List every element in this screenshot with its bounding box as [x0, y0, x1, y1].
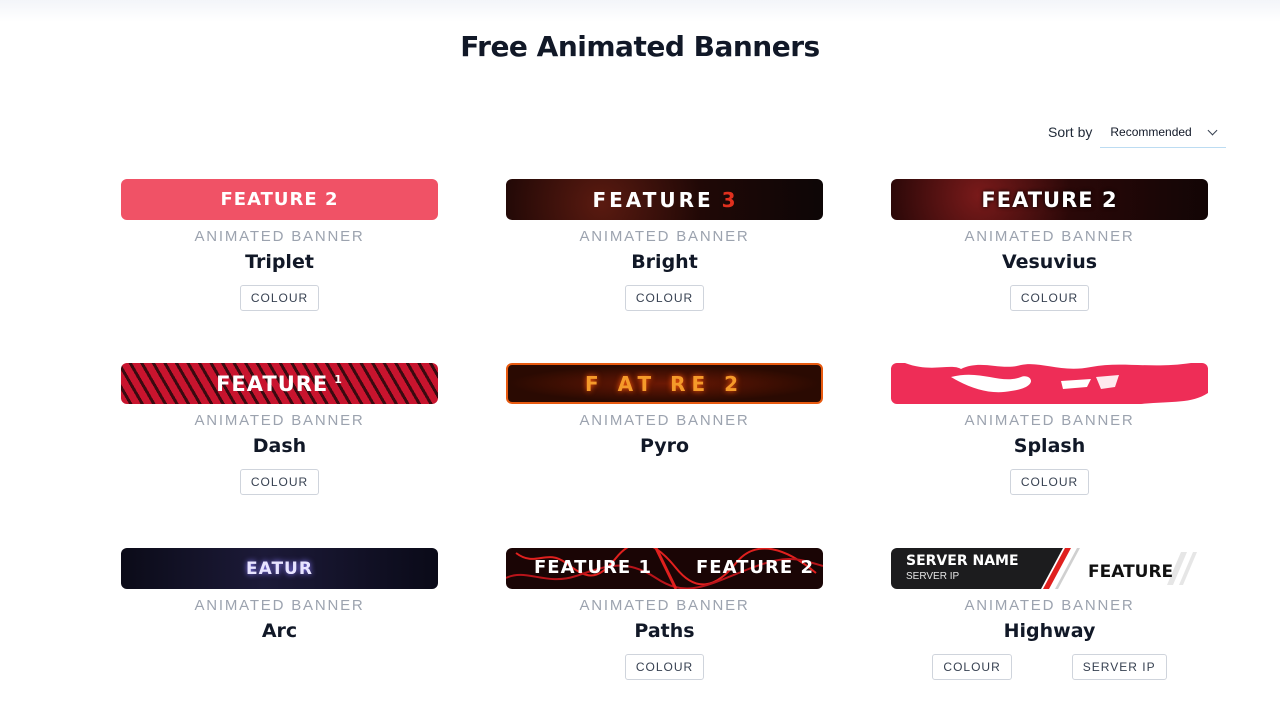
card-vesuvius: FEATURE 2 ANIMATED BANNER Vesuvius COLOU…	[891, 179, 1208, 311]
card-type: ANIMATED BANNER	[579, 412, 750, 429]
card-type: ANIMATED BANNER	[964, 228, 1135, 245]
banner-text: FEATURE 1	[534, 557, 652, 578]
card-name[interactable]: Arc	[121, 620, 438, 642]
banner-preview[interactable]: F AT RE 2	[506, 363, 823, 404]
banner-text: FEATURE	[216, 371, 329, 396]
page-header: Free Animated Banners	[0, 30, 1280, 65]
banner-preview[interactable]: FEATURE 3	[506, 179, 823, 220]
card-pyro: F AT RE 2 ANIMATED BANNER Pyro	[506, 363, 823, 457]
tag-list: COLOUR	[506, 654, 823, 680]
banner-preview[interactable]: FEATURE 1	[121, 363, 438, 404]
tag-list: COLOUR SERVER IP	[891, 654, 1208, 680]
tag-server-ip[interactable]: SERVER IP	[1071, 654, 1167, 680]
card-type: ANIMATED BANNER	[964, 597, 1135, 614]
banner-text: F AT RE 2	[584, 371, 745, 396]
chevron-down-icon	[1207, 125, 1218, 135]
banner-preview[interactable]: EATUR	[121, 548, 438, 589]
banner-preview[interactable]: SERVER NAME SERVER IP FEATURE	[891, 548, 1208, 589]
tag-colour[interactable]: COLOUR	[624, 654, 705, 680]
top-fade	[0, 0, 1280, 22]
banner-preview[interactable]: FEATURE 2	[891, 179, 1208, 220]
banner-accent: 1	[334, 373, 343, 386]
card-triplet: FEATURE 2 ANIMATED BANNER Triplet COLOUR	[121, 179, 438, 311]
card-type: ANIMATED BANNER	[194, 412, 365, 429]
tag-list: COLOUR	[121, 469, 438, 495]
sort-control: Sort by Recommended	[1048, 116, 1227, 148]
card-name[interactable]: Splash	[891, 435, 1208, 457]
tag-list: COLOUR	[121, 285, 438, 311]
card-paths: FEATURE 1 FEATURE 2 ANIMATED BANNER Path…	[506, 548, 823, 680]
card-type: ANIMATED BANNER	[579, 597, 750, 614]
card-dash: FEATURE 1 ANIMATED BANNER Dash COLOUR	[121, 363, 438, 495]
tag-colour[interactable]: COLOUR	[932, 654, 1012, 680]
card-name[interactable]: Dash	[121, 435, 438, 457]
banner-text: FEATURE 2	[981, 187, 1118, 212]
tag-colour[interactable]: COLOUR	[624, 285, 705, 311]
tag-colour[interactable]: COLOUR	[239, 285, 320, 311]
server-name-text: SERVER NAME	[906, 553, 1019, 569]
card-name[interactable]: Pyro	[506, 435, 823, 457]
banner-preview[interactable]: FEATURE 2	[121, 179, 438, 220]
tag-colour[interactable]: COLOUR	[1009, 285, 1090, 311]
banner-text: FEATURE	[592, 187, 714, 212]
card-type: ANIMATED BANNER	[579, 228, 750, 245]
card-name[interactable]: Bright	[506, 251, 823, 273]
tag-colour[interactable]: COLOUR	[239, 469, 320, 495]
banner-preview[interactable]: FEATURE 1 FEATURE 2	[506, 548, 823, 589]
page-title: Free Animated Banners	[454, 30, 827, 65]
card-splash: ANIMATED BANNER Splash COLOUR	[891, 363, 1208, 495]
card-type: ANIMATED BANNER	[194, 228, 365, 245]
sort-label: Sort by	[1048, 124, 1093, 140]
card-type: ANIMATED BANNER	[194, 597, 365, 614]
sort-selected-value: Recommended	[1110, 124, 1192, 139]
banner-accent: 3	[721, 187, 737, 212]
banner-preview[interactable]	[891, 363, 1208, 404]
sort-dropdown[interactable]: Recommended	[1100, 116, 1227, 148]
card-name[interactable]: Highway	[891, 620, 1208, 642]
card-arc: EATUR ANIMATED BANNER Arc	[121, 548, 438, 642]
banner-text: FEATURE 2	[220, 189, 339, 210]
tag-list: COLOUR	[891, 469, 1208, 495]
card-name[interactable]: Vesuvius	[891, 251, 1208, 273]
card-name[interactable]: Paths	[506, 620, 823, 642]
server-ip-text: SERVER IP	[906, 571, 960, 582]
splash-art	[891, 363, 1208, 404]
card-bright: FEATURE 3 ANIMATED BANNER Bright COLOUR	[506, 179, 823, 311]
card-highway: SERVER NAME SERVER IP FEATURE ANIMATED B…	[891, 548, 1208, 680]
card-type: ANIMATED BANNER	[964, 412, 1135, 429]
tag-list: COLOUR	[891, 285, 1208, 311]
banner-text: EATUR	[246, 558, 313, 579]
tag-colour[interactable]: COLOUR	[1009, 469, 1090, 495]
card-name[interactable]: Triplet	[121, 251, 438, 273]
banner-text-secondary: FEATURE 2	[696, 557, 814, 578]
tag-list: COLOUR	[506, 285, 823, 311]
banner-text-secondary: FEATURE	[1088, 562, 1174, 582]
